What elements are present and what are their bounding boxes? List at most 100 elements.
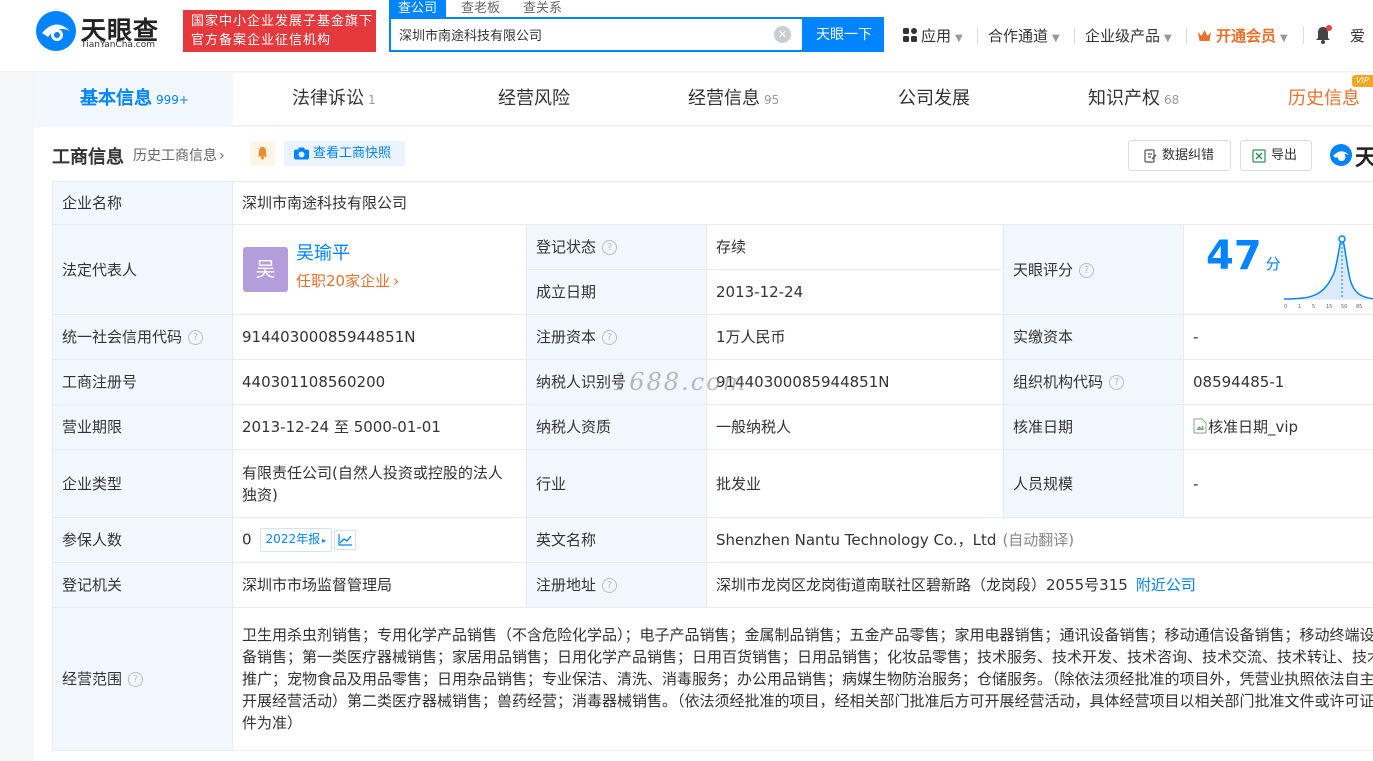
approval-date-label: 核准日期 xyxy=(1003,404,1184,450)
banner-line-1: 国家中小企业发展子基金旗下 xyxy=(191,14,374,29)
annual-report-label: 2022年报 xyxy=(265,532,321,546)
table-row: 营业期限 2013-12-24 至 5000-01-01 纳税人资质 一般纳税人… xyxy=(52,404,1373,450)
broken-image-icon xyxy=(1193,418,1207,434)
search-tab-relation[interactable]: 查关系 xyxy=(523,0,562,17)
snapshot-button[interactable]: 查看工商快照 xyxy=(284,141,405,166)
clear-icon[interactable]: ✕ xyxy=(774,26,791,43)
table-row: 法定代表人 吴 吴瑜平 任职20家企业 › 登记状态? 存续 天眼评分? 47 分 … xyxy=(52,224,1373,315)
tianyancha-logo[interactable]: 天眼查 TianYanCha.com xyxy=(34,9,174,53)
score-unit: 分 xyxy=(1265,255,1281,273)
legal-rep-cell: 吴 吴瑜平 任职20家企业 › xyxy=(232,224,527,315)
score-cell: 47分 0 1 5 15 50 85 1 xyxy=(1182,224,1373,315)
reg-no-value: 440301108560200 xyxy=(232,359,527,405)
tab-risk[interactable]: 经营风险 xyxy=(498,73,570,126)
bell-icon xyxy=(1316,25,1332,44)
tab-ip[interactable]: 知识产权 68 xyxy=(1088,73,1179,126)
tab-operation[interactable]: 经营信息 95 xyxy=(688,73,779,126)
data-correct-button[interactable]: 数据纠错 xyxy=(1128,140,1231,171)
score-tick: 1 xyxy=(1298,304,1301,309)
nearby-companies-link[interactable]: 附近公司 xyxy=(1136,576,1196,594)
tianyan-score[interactable]: 47 分 xyxy=(1206,236,1281,276)
insured-cell: 0 2022年报 ▸ xyxy=(232,517,527,563)
credit-code-label-text: 统一社会信用代码 xyxy=(62,328,183,346)
staff-size-label: 人员规模 xyxy=(1003,449,1184,518)
help-icon[interactable]: ? xyxy=(602,578,618,593)
taxpayer-type-value: 一般纳税人 xyxy=(706,404,1004,450)
trend-chart-button[interactable] xyxy=(334,530,357,550)
nav-vip-label: 开通会员 xyxy=(1216,27,1277,45)
help-icon[interactable]: ? xyxy=(602,240,618,255)
export-button[interactable]: 导出 xyxy=(1240,140,1312,171)
nav-cooperation-label: 合作通道 xyxy=(988,27,1049,45)
avatar[interactable]: 吴 xyxy=(243,247,288,292)
legal-rep-name[interactable]: 吴瑜平 xyxy=(296,243,350,265)
nav-apps-label: 应用 xyxy=(921,27,952,45)
search-box: ✕ xyxy=(389,17,804,52)
score-tick: 50 xyxy=(1341,304,1347,309)
taxpayer-id-value: 91440300085944851N xyxy=(706,359,1004,405)
notification-bell[interactable] xyxy=(1314,25,1332,47)
table-row: 企业名称 深圳市南途科技有限公司 xyxy=(52,181,1373,225)
address-label-text: 注册地址 xyxy=(536,576,597,594)
paid-capital-label: 实缴资本 xyxy=(1003,314,1184,360)
auto-translate-note: (自动翻译) xyxy=(1002,531,1075,549)
chevron-down-icon: ▼ xyxy=(955,33,963,44)
search-input[interactable] xyxy=(391,19,771,50)
logo-domain: TianYanCha.com xyxy=(81,40,156,50)
reg-capital-value: 1万人民币 xyxy=(706,314,1004,360)
approval-date-vip-image[interactable]: 核准日期_vip xyxy=(1208,418,1298,436)
tab-history[interactable]: 历史信息 xyxy=(1288,73,1360,126)
reg-capital-label: 注册资本? xyxy=(526,314,707,360)
apps-grid-icon xyxy=(903,28,917,42)
authority-label: 登记机关 xyxy=(52,562,233,608)
help-icon[interactable]: ? xyxy=(1109,375,1125,390)
chevron-down-icon: ▼ xyxy=(1280,33,1288,44)
tab-legal[interactable]: 法律诉讼 1 xyxy=(292,73,376,126)
nav-vip[interactable]: 开通会员 ▼ xyxy=(1197,25,1288,47)
caret-right-icon: ▸ xyxy=(322,536,327,545)
logo-eye-icon xyxy=(1330,144,1352,166)
nav-apps[interactable]: 应用 ▼ xyxy=(903,25,963,47)
tianyancha-mini-logo: 天 xyxy=(1328,140,1373,170)
excel-icon xyxy=(1252,149,1266,163)
tab-development-label: 公司发展 xyxy=(898,88,970,109)
score-tick: 85 xyxy=(1356,304,1362,309)
annual-report-tag[interactable]: 2022年报 ▸ xyxy=(259,528,333,552)
logo-eye-icon xyxy=(36,11,76,51)
score-tick: 5 xyxy=(1312,304,1315,309)
tab-legal-count: 1 xyxy=(368,93,376,107)
score-tick: 0 xyxy=(1284,304,1287,309)
history-info-link[interactable]: 历史工商信息 › xyxy=(133,145,225,165)
address-cell: 深圳市龙岗区龙岗街道南联社区碧新路（龙岗段）2055号315 附近公司 xyxy=(705,562,1373,608)
english-name-value: Shenzhen Nantu Technology Co.，Ltd xyxy=(716,531,997,549)
credit-code-label: 统一社会信用代码? xyxy=(52,314,233,360)
search-tab-boss[interactable]: 查老板 xyxy=(461,0,500,17)
help-icon[interactable]: ? xyxy=(188,330,204,345)
industry-value: 批发业 xyxy=(706,449,1004,518)
help-icon[interactable]: ? xyxy=(1079,262,1095,278)
authority-value: 深圳市市场监督管理局 xyxy=(232,562,527,608)
help-icon[interactable]: ? xyxy=(602,330,618,345)
tab-basic-info[interactable]: 基本信息 999+ xyxy=(34,73,233,126)
tab-ip-label: 知识产权 xyxy=(1088,88,1160,109)
chevron-right-icon: › xyxy=(393,272,400,290)
reg-status-value: 存续 xyxy=(706,224,1004,270)
nav-enterprise[interactable]: 企业级产品 ▼ xyxy=(1085,25,1172,47)
history-info-label: 历史工商信息 xyxy=(133,148,217,164)
established-value: 2013-12-24 xyxy=(706,269,1004,315)
term-label: 营业期限 xyxy=(52,404,233,450)
scope-label-text: 经营范围 xyxy=(62,670,123,688)
help-icon[interactable]: ? xyxy=(128,672,144,687)
chevron-down-icon: ▼ xyxy=(1052,33,1060,44)
search-tab-company[interactable]: 查公司 xyxy=(389,0,447,17)
tab-ip-count: 68 xyxy=(1164,93,1180,107)
search-button[interactable]: 天眼一下 xyxy=(804,17,884,52)
table-row: 统一社会信用代码? 91440300085944851N 注册资本? 1万人民币… xyxy=(52,314,1373,360)
user-menu[interactable]: 爱 xyxy=(1350,25,1365,47)
monitor-button[interactable] xyxy=(250,141,275,166)
credit-code-value: 91440300085944851N xyxy=(232,314,527,360)
table-row: 企业类型 有限责任公司(自然人投资或控股的法人独资) 行业 批发业 人员规模 - xyxy=(52,449,1373,518)
legal-rep-companies-link[interactable]: 任职20家企业 › xyxy=(296,270,399,292)
tab-development[interactable]: 公司发展 xyxy=(898,73,970,126)
nav-cooperation[interactable]: 合作通道 ▼ xyxy=(988,25,1060,47)
